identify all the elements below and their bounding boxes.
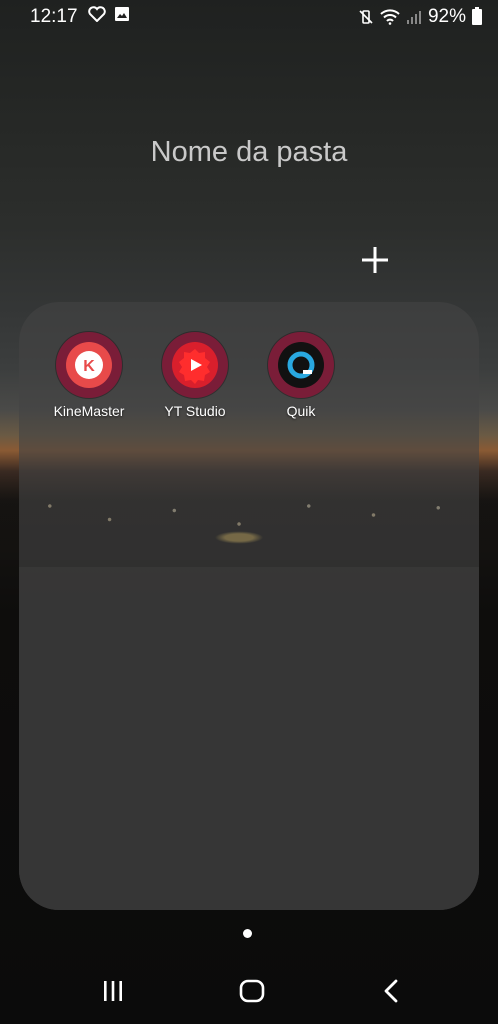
- quik-icon: [268, 332, 334, 398]
- plus-icon: [360, 245, 390, 280]
- app-kinemaster[interactable]: K KineMaster: [44, 332, 134, 419]
- wifi-icon: [380, 9, 400, 25]
- status-left-icons: [88, 6, 130, 22]
- app-yt-studio[interactable]: YT Studio: [150, 332, 240, 419]
- status-bar: 12:17 92%: [0, 0, 498, 34]
- signal-icon: [406, 9, 422, 25]
- gallery-icon: [114, 6, 130, 22]
- folder-panel: K KineMaster YT Studio Quik: [19, 302, 479, 910]
- back-icon: [382, 979, 400, 1008]
- kinemaster-icon: K: [56, 332, 122, 398]
- vibrate-mute-icon: [358, 9, 374, 25]
- yt-studio-icon: [162, 332, 228, 398]
- home-button[interactable]: [232, 978, 272, 1008]
- app-label-quik: Quik: [286, 403, 316, 419]
- recents-button[interactable]: [93, 978, 133, 1008]
- status-right: 92%: [358, 6, 482, 28]
- folder-panel-background: [19, 567, 479, 910]
- back-button[interactable]: [371, 978, 411, 1008]
- battery-icon: [472, 7, 482, 25]
- app-quik[interactable]: Quik: [256, 332, 346, 419]
- page-indicator-dot: [243, 929, 252, 938]
- add-app-button[interactable]: [355, 242, 395, 282]
- home-icon: [239, 979, 265, 1008]
- battery-percent: 92%: [427, 6, 466, 27]
- folder-name-input[interactable]: Nome da pasta: [0, 136, 498, 169]
- heart-icon: [88, 6, 106, 22]
- recents-icon: [101, 980, 125, 1007]
- app-label-yt-studio: YT Studio: [164, 403, 226, 419]
- navigation-bar: [0, 960, 498, 1024]
- app-label-kinemaster: KineMaster: [53, 403, 125, 419]
- status-time: 12:17: [30, 6, 78, 27]
- svg-text:K: K: [83, 358, 95, 375]
